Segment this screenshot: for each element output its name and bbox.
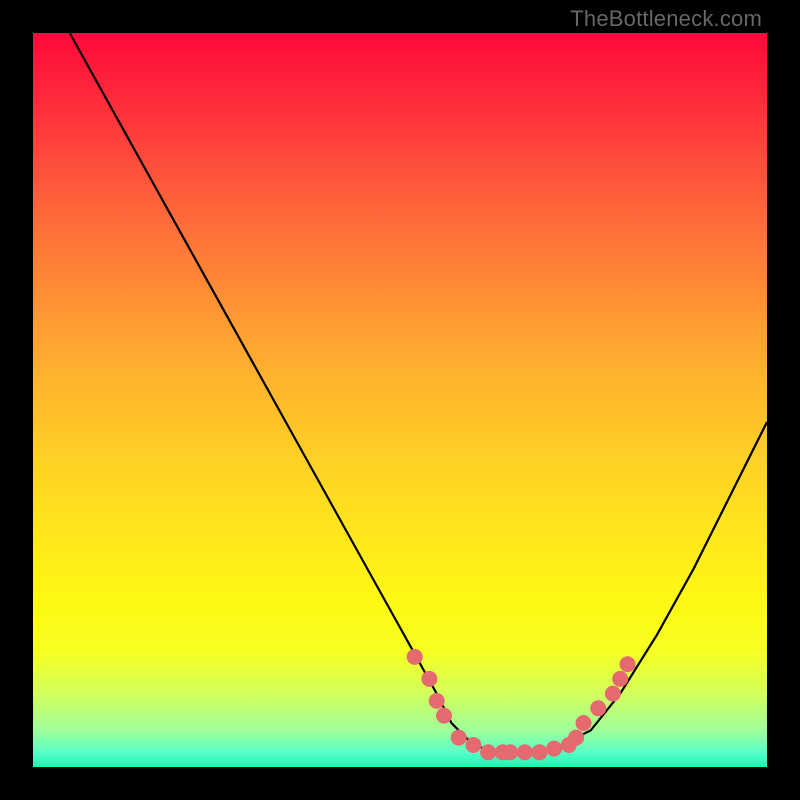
- marker-point: [517, 744, 533, 760]
- bottleneck-curve: [70, 33, 767, 752]
- plot-area: [33, 33, 767, 767]
- marker-point: [465, 737, 481, 753]
- marker-point: [480, 744, 496, 760]
- marker-point: [576, 715, 592, 731]
- marker-group: [407, 649, 636, 760]
- marker-point: [568, 730, 584, 746]
- chart-frame: TheBottleneck.com: [0, 0, 800, 800]
- marker-point: [451, 730, 467, 746]
- marker-point: [407, 649, 423, 665]
- chart-svg: [33, 33, 767, 767]
- marker-point: [546, 741, 562, 757]
- marker-point: [605, 686, 621, 702]
- marker-point: [612, 671, 628, 687]
- marker-point: [502, 744, 518, 760]
- marker-point: [421, 671, 437, 687]
- marker-point: [429, 693, 445, 709]
- marker-point: [620, 656, 636, 672]
- marker-point: [532, 744, 548, 760]
- marker-point: [436, 708, 452, 724]
- watermark-text: TheBottleneck.com: [570, 6, 762, 32]
- marker-point: [590, 700, 606, 716]
